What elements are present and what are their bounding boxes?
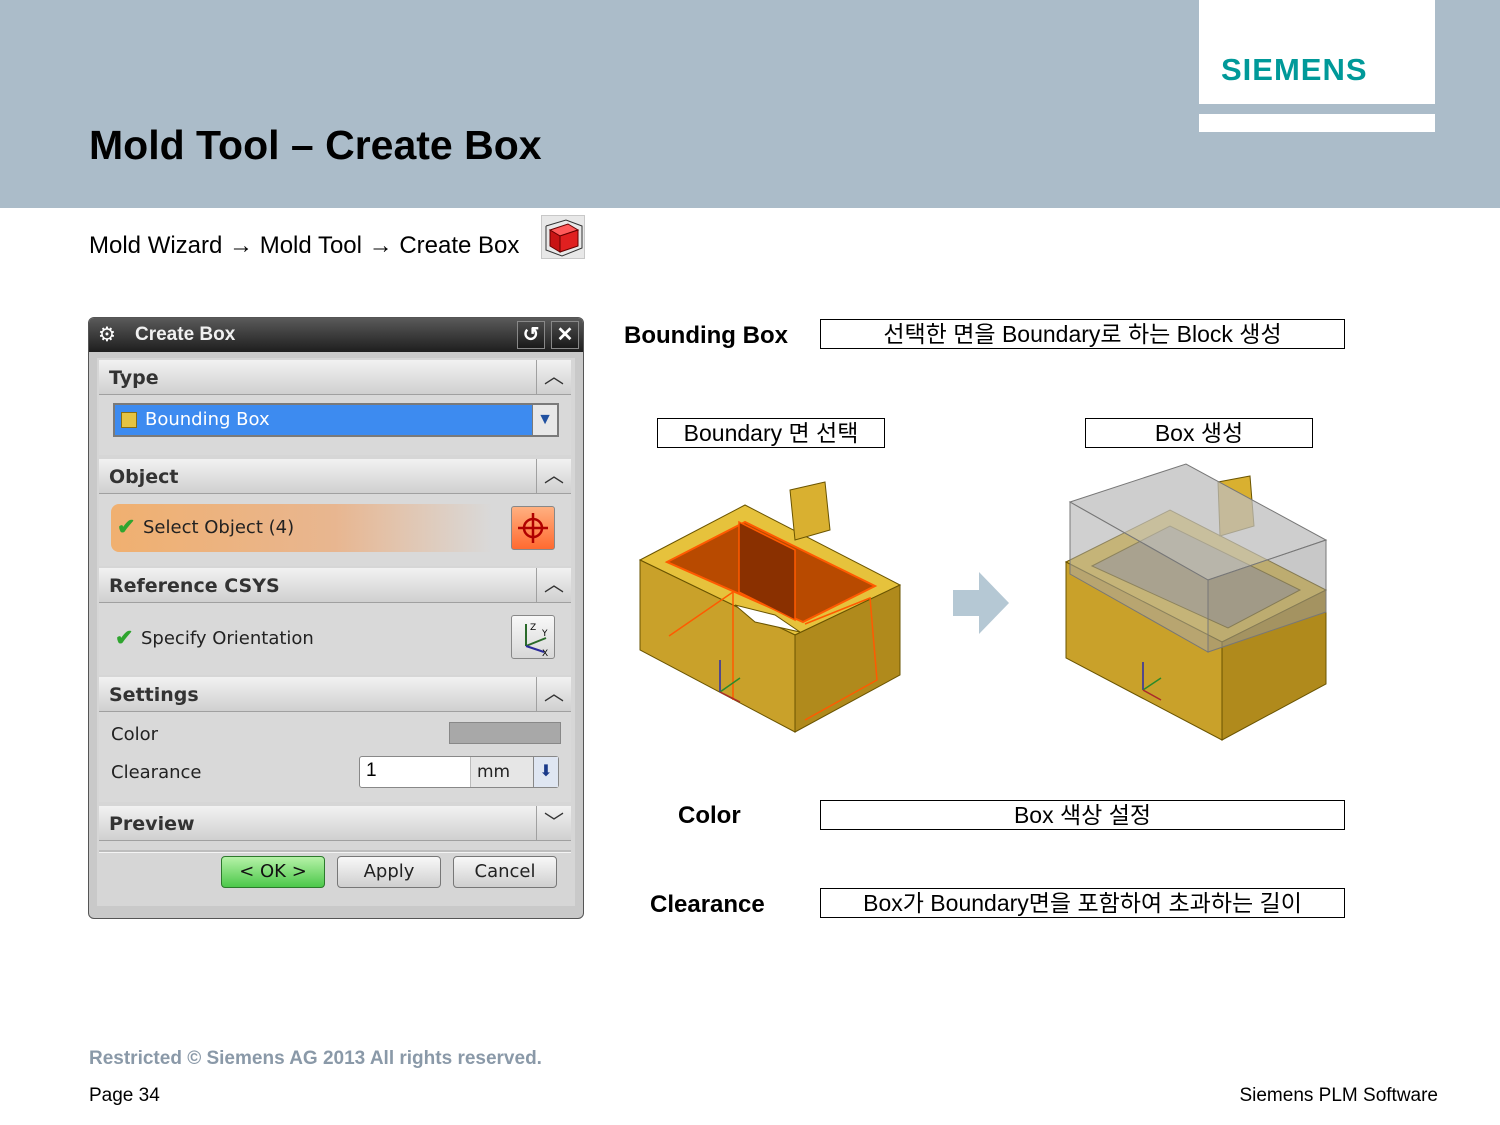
breadcrumb-step-create-box: Create Box xyxy=(399,232,520,259)
color-swatch[interactable] xyxy=(449,722,561,744)
section-type-header[interactable]: Type ︿ xyxy=(99,360,571,395)
dialog-title: Create Box xyxy=(135,324,236,345)
section-label: Reference CSYS xyxy=(109,575,280,597)
section-label: Preview xyxy=(109,813,195,835)
dialog-titlebar: ⚙ Create Box ↺ ✕ xyxy=(89,318,583,352)
clearance-explain-desc: Box가 Boundary면을 포함하여 초과하는 길이 xyxy=(820,888,1345,918)
created-box-model-image xyxy=(1058,462,1333,744)
clearance-label: Clearance xyxy=(111,762,202,783)
section-label: Object xyxy=(109,466,179,488)
boundary-face-model-image xyxy=(635,470,910,740)
chevron-down-icon[interactable]: ▼ xyxy=(532,405,557,435)
select-object-row[interactable]: ✔ Select Object (4) xyxy=(111,504,559,552)
gear-icon[interactable]: ⚙ xyxy=(95,323,119,347)
clearance-explain-label: Clearance xyxy=(650,891,765,918)
svg-text:Z: Z xyxy=(530,623,536,633)
color-label: Color xyxy=(111,724,158,745)
bounding-box-label: Bounding Box xyxy=(624,322,788,349)
arrow-right-icon xyxy=(953,572,1009,634)
cancel-button[interactable]: Cancel xyxy=(453,856,557,888)
apply-button[interactable]: Apply xyxy=(337,856,441,888)
checkmark-icon: ✔ xyxy=(115,625,134,650)
bounding-box-icon xyxy=(121,412,137,428)
section-object-body: ✔ Select Object (4) xyxy=(99,494,571,566)
section-settings-body: Color Clearance 1 mm ⬇ xyxy=(99,712,571,802)
section-object-header[interactable]: Object ︿ xyxy=(99,459,571,494)
section-preview-header[interactable]: Preview ﹀ xyxy=(99,806,571,841)
chevron-up-icon[interactable]: ︿ xyxy=(536,360,571,394)
chevron-up-icon[interactable]: ︿ xyxy=(536,677,571,711)
slide-title: Mold Tool – Create Box xyxy=(89,122,542,168)
clearance-unit: mm xyxy=(477,762,511,782)
breadcrumb-step-mold-wizard: Mold Wizard xyxy=(89,232,223,259)
breadcrumb-step-mold-tool: Mold Tool xyxy=(259,232,362,259)
arrow-icon: → xyxy=(229,232,254,259)
section-reference-csys-body: ✔ Specify Orientation Z Y X xyxy=(99,603,571,675)
chevron-down-icon[interactable]: ﹀ xyxy=(536,806,571,840)
section-label: Settings xyxy=(109,684,199,706)
clearance-value[interactable]: 1 xyxy=(366,760,377,782)
section-reference-csys-header[interactable]: Reference CSYS ︿ xyxy=(99,568,571,603)
section-label: Type xyxy=(109,367,159,389)
arrow-icon: → xyxy=(368,232,393,259)
type-dropdown[interactable]: Bounding Box ▼ xyxy=(113,403,559,437)
arrow-down-icon[interactable]: ⬇ xyxy=(533,757,558,787)
type-selected-value: Bounding Box xyxy=(145,409,270,430)
color-explain-label: Color xyxy=(678,802,741,829)
logo-strip xyxy=(1199,114,1435,132)
section-type-body: Bounding Box ▼ xyxy=(99,395,571,455)
breadcrumb: Mold Wizard → Mold Tool → Create Box xyxy=(89,232,519,260)
step-left-caption: Boundary 면 선택 xyxy=(657,418,885,448)
bounding-box-desc: 선택한 면을 Boundary로 하는 Block 생성 xyxy=(820,319,1345,349)
svg-text:Y: Y xyxy=(541,629,548,639)
step-right-caption: Box 생성 xyxy=(1085,418,1313,448)
copyright-notice: Restricted © Siemens AG 2013 All rights … xyxy=(89,1048,542,1069)
crosshair-icon[interactable] xyxy=(511,506,555,550)
checkmark-icon: ✔ xyxy=(117,514,136,539)
svg-text:X: X xyxy=(542,649,548,658)
chevron-up-icon[interactable]: ︿ xyxy=(536,459,571,493)
section-settings-header[interactable]: Settings ︿ xyxy=(99,677,571,712)
reset-button[interactable]: ↺ xyxy=(517,321,545,349)
page-number: Page 34 xyxy=(89,1085,160,1106)
siemens-logo: SIEMENS xyxy=(1221,52,1368,87)
select-object-label: Select Object (4) xyxy=(143,517,295,538)
create-box-dialog: ⚙ Create Box ↺ ✕ Type ︿ Bounding Box ▼ O… xyxy=(88,317,584,919)
csys-icon[interactable]: Z Y X xyxy=(511,615,555,659)
chevron-up-icon[interactable]: ︿ xyxy=(536,568,571,602)
create-box-icon xyxy=(541,215,585,259)
company-name: Siemens PLM Software xyxy=(1239,1085,1438,1106)
specify-orientation-label: Specify Orientation xyxy=(141,628,314,649)
dialog-body: Type ︿ Bounding Box ▼ Object ︿ ✔ Select … xyxy=(97,358,575,906)
close-button[interactable]: ✕ xyxy=(551,321,579,349)
ok-button[interactable]: < OK > xyxy=(221,856,325,888)
clearance-field[interactable]: 1 mm ⬇ xyxy=(359,756,559,788)
color-explain-desc: Box 색상 설정 xyxy=(820,800,1345,830)
clearance-unit-box[interactable]: mm xyxy=(470,757,535,787)
dialog-footer-separator xyxy=(99,850,571,853)
